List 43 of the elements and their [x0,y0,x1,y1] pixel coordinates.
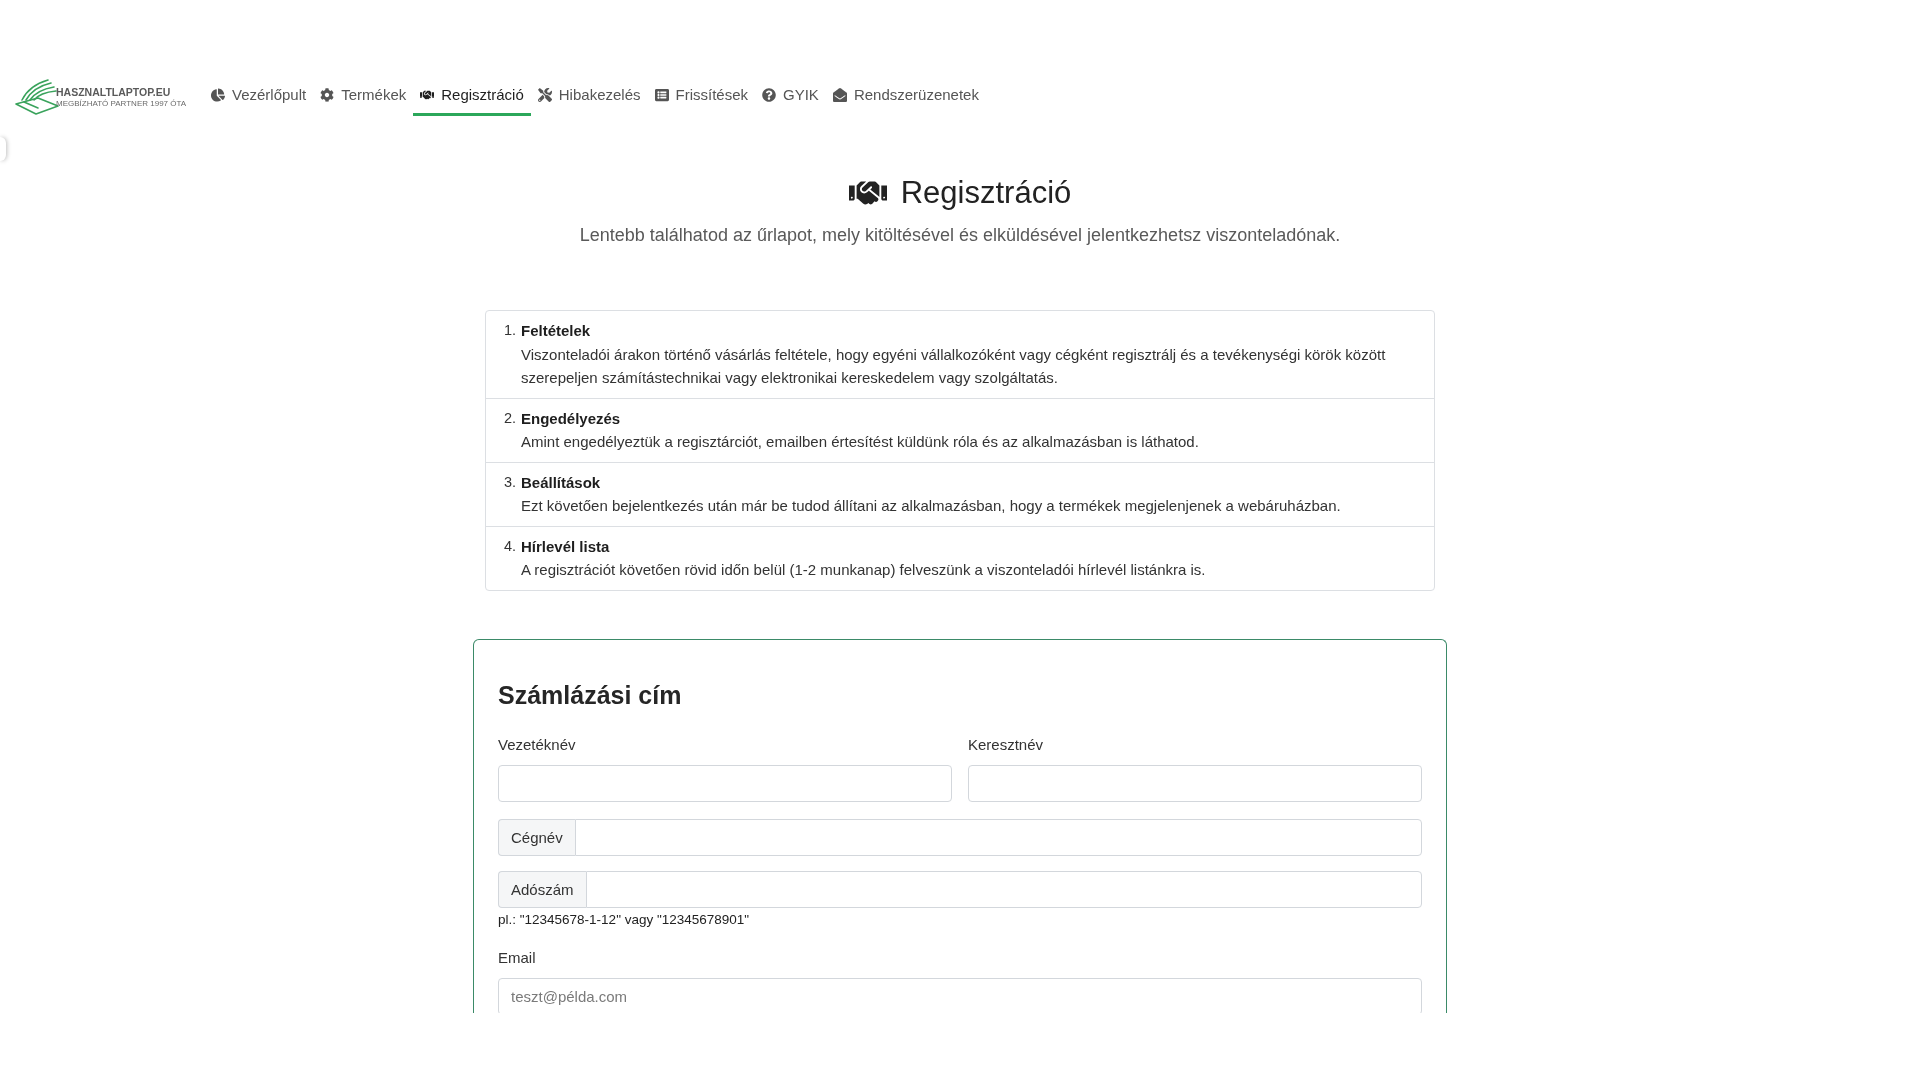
step-title: Engedélyezés [521,408,621,429]
field-hint: pl.: "12345678-1-12" vagy "12345678901" [498,910,751,929]
field-label: Vezetéknév [498,734,576,755]
page-subtitle: Lentebb találhatod az űrlapot, mely kitöltésével és elküldésével jelentkezhetsz viszonteladónak. [579,224,1341,247]
text-input[interactable] [585,870,1422,908]
nav-link[interactable]: GYIK [755,77,826,116]
input-addon: Adószám [498,870,586,908]
email-input[interactable]: teszt@példa.com [498,977,1422,1013]
logo-tagline: MEGBÍZHATÓ PARTNER 1997 ÓTA [56,99,187,109]
field-label: Keresztnév [968,734,1044,755]
nav-link[interactable]: Rendszerüzenetek [825,77,986,116]
field-label: Email [498,947,536,968]
step-text: Viszonteladói árakon történő vásárlás feltétele, hogy egyéni vállalkozóként vagy cégként regisztrálj és a tevékenységi körök között szerepeljen számítástechnikai vagy elektronikai kereskedelem vagy szolgáltatás. [521,344,1387,388]
nav-link[interactable]: Hibakezelés [530,77,648,116]
step-title: Hírlevél lista [521,536,610,557]
input-addon: Cégnév [498,818,575,856]
step-text: Ezt követően bejelentkezés után már be tudod állítani az alkalmazásban, hogy a termékek megjelenjenek a webáruházban. [521,496,1341,516]
side-panel-handle[interactable] [0,137,6,161]
list-icon [654,88,669,102]
text-input[interactable] [498,764,952,802]
handshake-icon [420,88,435,102]
step-title: Feltételek [521,321,591,341]
step-text: A regisztrációt követően rövid időn belül (1-2 munkanap) felveszünk a viszonteladói hírlevél listánkra is. [521,560,1206,580]
help-icon [762,88,776,102]
nav-link[interactable]: Termékek [313,77,414,116]
text-input[interactable] [574,818,1422,856]
step-number: 4. [502,536,517,556]
nav-link[interactable]: Vezérlőpult [204,77,314,116]
envelope-icon [832,88,847,102]
form-heading: Számlázási cím [498,679,683,711]
logo-name: HASZNALTLAPTOP.EU [56,86,172,99]
tools-icon [537,88,552,102]
step-number: 3. [502,472,517,492]
pie-chart-icon [211,88,225,102]
step-number: 2. [502,408,517,428]
nav-link[interactable]: Frissítések [647,77,755,116]
step-title: Beállítások [521,472,601,493]
gear-icon [320,88,335,102]
step-text: Amint engedélyeztük a regisztárciót, emailben értesítést küldünk róla és az alkalmazásban is láthatod. [521,432,1199,452]
step-number: 1. [502,321,517,340]
text-input[interactable] [968,764,1422,802]
nav-link[interactable]: Regisztráció [413,77,531,116]
page-title: Regisztráció [900,174,1072,212]
